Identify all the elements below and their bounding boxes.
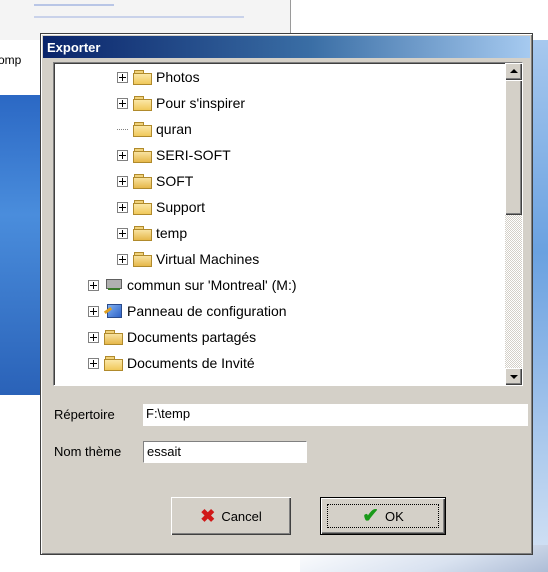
background-left-window: [0, 40, 40, 572]
folder-tree[interactable]: Photos Pour s'inspirer quran SERI-SOFT S…: [53, 62, 523, 386]
tree-item[interactable]: Panneau de configuration: [88, 298, 287, 324]
tree-item-label: commun sur 'Montreal' (M:): [127, 277, 297, 293]
expand-icon[interactable]: [88, 279, 99, 291]
expand-icon[interactable]: [88, 357, 99, 369]
folder-icon: [133, 200, 152, 215]
shared-folder-icon: [133, 226, 152, 241]
expand-icon[interactable]: [117, 175, 128, 187]
tree-connector: [117, 128, 128, 130]
shared-folder-icon: [133, 174, 152, 189]
ok-button[interactable]: ✔ OK: [320, 497, 446, 535]
title-bar[interactable]: Exporter: [43, 36, 530, 58]
background-blue-pane: [0, 95, 40, 395]
shared-folder-icon: [104, 330, 123, 345]
tree-item-label: Photos: [156, 69, 200, 85]
tree-item[interactable]: Pour s'inspirer: [117, 90, 245, 116]
shared-folder-icon: [133, 148, 152, 163]
shared-folder-icon: [133, 252, 152, 267]
tree-item-label: SERI-SOFT: [156, 147, 231, 163]
expand-icon[interactable]: [117, 97, 128, 109]
dialog-title: Exporter: [47, 40, 101, 55]
scroll-up-button[interactable]: [505, 63, 522, 80]
repertoire-field[interactable]: F:\temp: [143, 404, 528, 426]
cancel-button[interactable]: ✖ Cancel: [171, 497, 291, 535]
expand-icon[interactable]: [117, 149, 128, 161]
tree-item[interactable]: Virtual Machines: [117, 246, 259, 272]
expand-icon[interactable]: [117, 201, 128, 213]
tree-item[interactable]: Documents partagés: [88, 324, 256, 350]
expand-icon[interactable]: [88, 331, 99, 343]
repertoire-label: Répertoire: [54, 407, 115, 422]
arrow-up-icon: [510, 69, 518, 73]
arrow-down-icon: [510, 375, 518, 379]
tree-item-label: quran: [156, 121, 192, 137]
export-dialog: Exporter Photos Pour s'inspirer quran SE…: [40, 33, 533, 555]
background-text-line: [34, 4, 114, 6]
background-text-line: [34, 16, 244, 18]
folder-icon: [133, 96, 152, 111]
tree-item-label: Virtual Machines: [156, 251, 260, 267]
tree-item-label: Documents partagés: [127, 329, 257, 345]
folder-icon: [133, 70, 152, 85]
tree-item[interactable]: commun sur 'Montreal' (M:): [88, 272, 297, 298]
scroll-down-button[interactable]: [505, 368, 522, 385]
background-left-label: omp: [0, 53, 22, 67]
tree-item-label: Documents de Invité: [127, 355, 255, 371]
nom-theme-label: Nom thème: [54, 444, 122, 459]
expand-icon[interactable]: [88, 305, 99, 317]
scrollbar-thumb[interactable]: [505, 80, 522, 215]
cancel-button-label: Cancel: [221, 508, 262, 524]
tree-item-label: Panneau de configuration: [127, 303, 287, 319]
vertical-scrollbar[interactable]: [505, 63, 522, 385]
tree-item[interactable]: temp: [117, 220, 187, 246]
tree-item-label: SOFT: [156, 173, 194, 189]
tree-item-label: Support: [156, 199, 206, 215]
tree-item[interactable]: Photos: [117, 64, 200, 90]
tree-item[interactable]: SERI-SOFT: [117, 142, 231, 168]
tree-item-label: Pour s'inspirer: [156, 95, 246, 111]
tree-item[interactable]: Support: [117, 194, 205, 220]
folder-icon: [104, 356, 123, 371]
control-panel-icon: [103, 303, 123, 319]
tree-item[interactable]: Documents de Invité: [88, 350, 255, 376]
close-icon: ✖: [200, 506, 216, 526]
folder-icon: [133, 122, 152, 137]
network-drive-icon: [104, 277, 123, 293]
nom-theme-field[interactable]: essait: [143, 441, 307, 463]
tree-item-label: temp: [156, 225, 188, 241]
tree-item[interactable]: quran: [117, 116, 192, 142]
expand-icon[interactable]: [117, 71, 128, 83]
focus-rectangle: [327, 504, 439, 528]
expand-icon[interactable]: [117, 227, 128, 239]
tree-item[interactable]: SOFT: [117, 168, 193, 194]
expand-icon[interactable]: [117, 253, 128, 265]
